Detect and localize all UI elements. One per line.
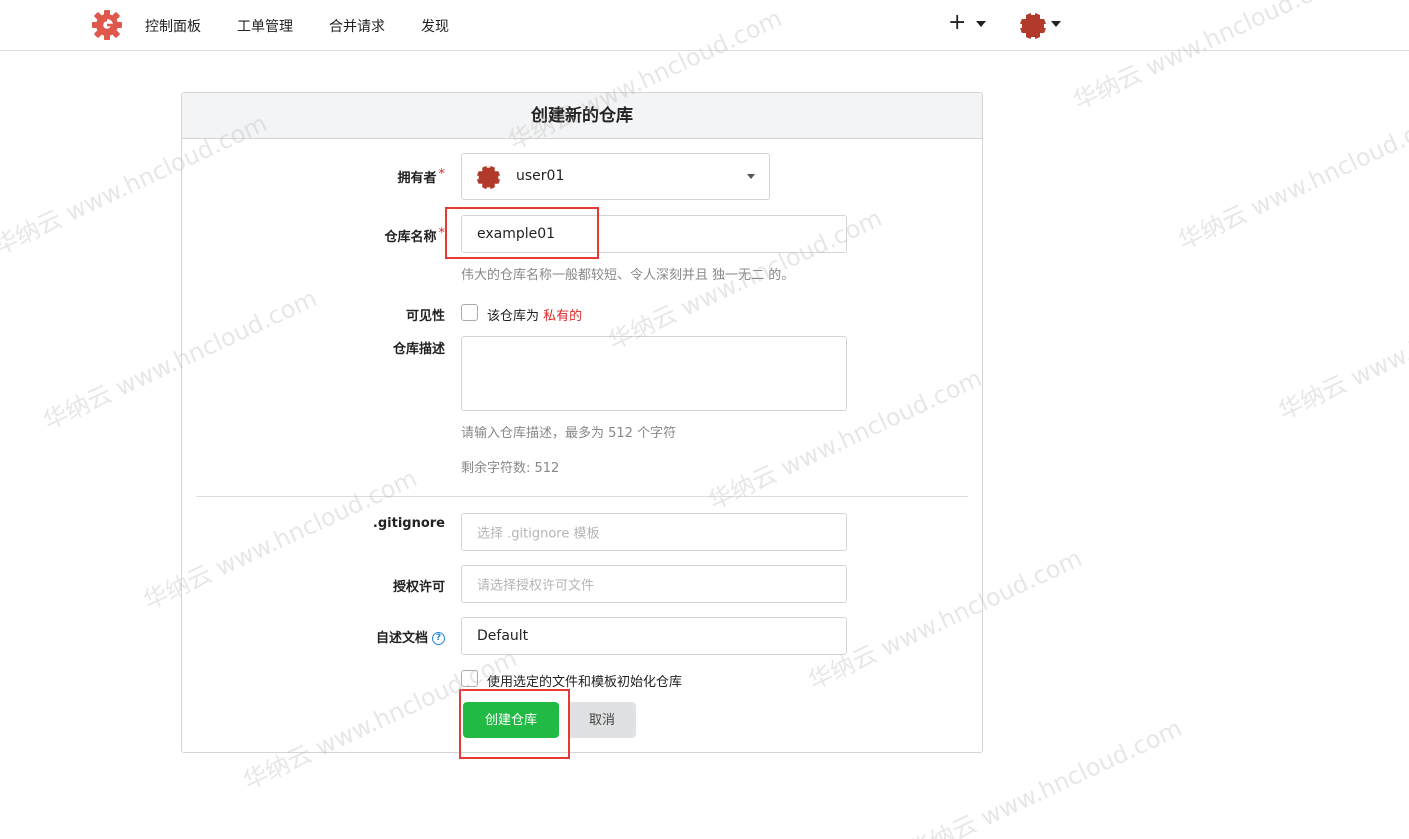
init-repo-label[interactable]: 使用选定的文件和模板初始化仓库 <box>487 671 682 690</box>
description-label: 仓库描述 <box>392 342 445 357</box>
description-textarea[interactable] <box>461 336 847 411</box>
owner-label: 拥有者 * <box>397 167 446 186</box>
gitignore-placeholder: 选择 .gitignore 模板 <box>477 526 600 542</box>
repo-name-input[interactable]: example01 <box>461 215 847 253</box>
repo-name-label: 仓库名称 * <box>384 226 446 245</box>
owner-chevron-down-icon <box>747 174 755 179</box>
nav-pull-requests[interactable]: 合并请求 <box>329 16 385 36</box>
cancel-button[interactable]: 取消 <box>568 702 636 738</box>
owner-value: user01 <box>516 168 565 184</box>
gitea-logo-icon[interactable] <box>91 9 123 41</box>
owner-avatar <box>476 165 501 190</box>
gitignore-dropdown[interactable]: 选择 .gitignore 模板 <box>461 513 847 551</box>
question-circle-icon[interactable]: ? <box>432 632 445 645</box>
required-asterisk: * <box>438 226 446 241</box>
private-text: 私有的 <box>543 309 583 324</box>
create-menu-chevron-down-icon[interactable] <box>976 21 986 27</box>
create-new-plus-icon[interactable]: + <box>948 10 966 35</box>
private-checkbox[interactable] <box>461 304 478 321</box>
required-asterisk: * <box>438 167 446 182</box>
nav-issues[interactable]: 工单管理 <box>237 16 293 36</box>
watermark: 华纳云 www.hncloud.com <box>1274 274 1409 426</box>
owner-dropdown[interactable]: user01 <box>461 153 770 200</box>
repo-name-value: example01 <box>477 226 556 242</box>
license-label: 授权许可 <box>392 580 445 595</box>
nav-dashboard[interactable]: 控制面板 <box>145 16 201 36</box>
readme-value: Default <box>477 628 529 644</box>
top-navbar: 控制面板 工单管理 合并请求 发现 + <box>0 0 1409 51</box>
watermark: 华纳云 www.hncloud.com <box>1174 104 1409 256</box>
readme-label: 自述文档? <box>300 627 445 646</box>
readme-dropdown[interactable]: Default <box>461 617 847 655</box>
gitignore-label: .gitignore <box>372 516 445 531</box>
license-dropdown[interactable]: 请选择授权许可文件 <box>461 565 847 603</box>
repo-name-help: 伟大的仓库名称一般都较短、令人深刻并且 独一无二 的。 <box>461 268 795 283</box>
nav-explore[interactable]: 发现 <box>421 16 449 36</box>
init-repo-checkbox[interactable] <box>461 670 478 687</box>
form-divider <box>196 496 968 497</box>
form-title: 创建新的仓库 <box>182 93 982 139</box>
license-placeholder: 请选择授权许可文件 <box>477 578 595 594</box>
remaining-chars: 剩余字符数: 512 <box>461 461 560 476</box>
user-menu-chevron-down-icon[interactable] <box>1051 21 1061 27</box>
user-avatar[interactable] <box>1019 12 1047 40</box>
description-help: 请输入仓库描述，最多为 512 个字符 <box>461 426 677 441</box>
create-repo-button[interactable]: 创建仓库 <box>463 702 559 738</box>
visibility-label: 可见性 <box>405 309 445 324</box>
private-checkbox-label[interactable]: 该仓库为 私有的 <box>487 305 582 324</box>
